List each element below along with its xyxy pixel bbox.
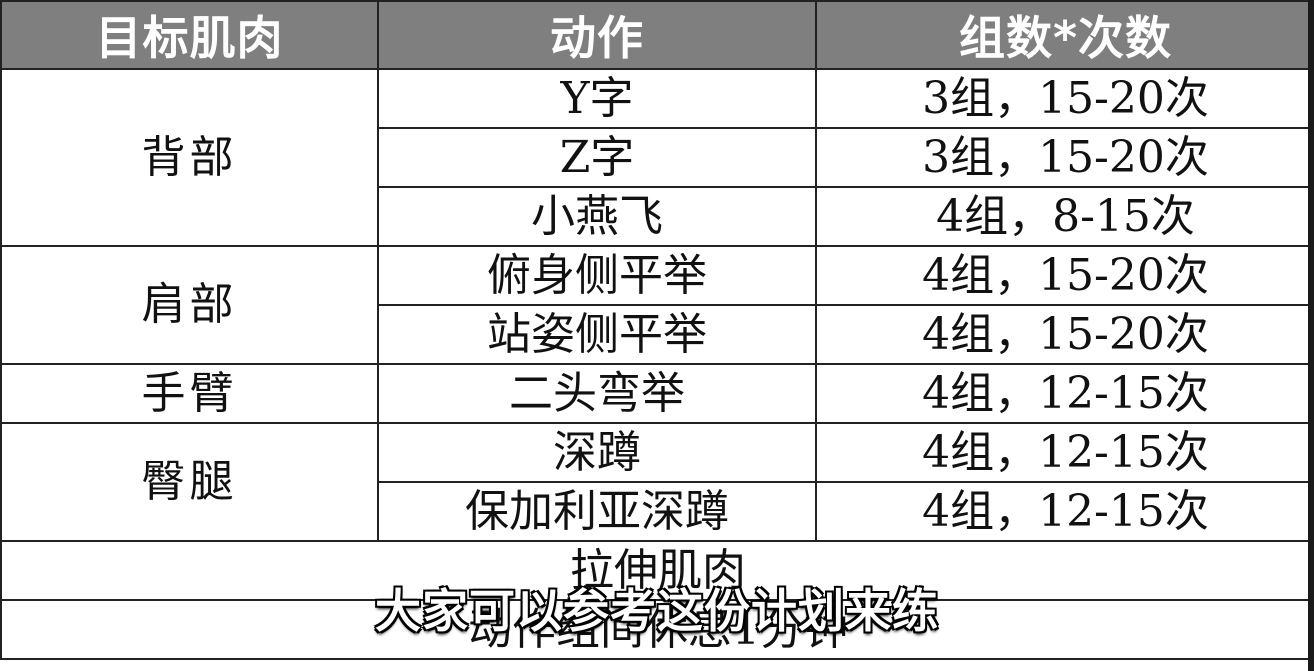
- sets-cell: 4组，12-15次: [815, 422, 1314, 483]
- exercise-cell: 二头弯举: [377, 363, 817, 424]
- sets-cell: 4组，12-15次: [815, 481, 1314, 542]
- frame-edge: [1308, 0, 1314, 671]
- exercise-cell: 站姿侧平举: [377, 304, 817, 365]
- video-frame: 目标肌肉 动作 组数*次数 背部 Y字 3组，15-20次 Z字 3组，15-2…: [0, 0, 1314, 671]
- exercise-cell: 保加利亚深蹲: [377, 481, 817, 542]
- sets-cell: 4组，15-20次: [815, 304, 1314, 365]
- exercise-cell: Z字: [377, 127, 817, 188]
- header-exercise: 动作: [377, 0, 817, 70]
- table-row: 臀腿 深蹲 4组，12-15次: [0, 422, 1314, 542]
- exercise-cell: 俯身侧平举: [377, 245, 817, 306]
- table-row: 背部 Y字 3组，15-20次: [0, 68, 1314, 247]
- sets-cell: 4组，15-20次: [815, 245, 1314, 306]
- muscle-cell-glutes-legs: 臀腿: [0, 422, 379, 542]
- exercise-cell: 深蹲: [377, 422, 817, 483]
- muscle-cell-shoulders: 肩部: [0, 245, 379, 365]
- sets-cell: 4组，12-15次: [815, 363, 1314, 424]
- workout-table: 目标肌肉 动作 组数*次数 背部 Y字 3组，15-20次 Z字 3组，15-2…: [0, 0, 1314, 660]
- table-row: 肩部 俯身侧平举 4组，15-20次: [0, 245, 1314, 365]
- header-row: 目标肌肉 动作 组数*次数: [0, 0, 1314, 70]
- video-subtitle: 大家可以参考这份计划来练: [374, 583, 939, 639]
- sets-cell: 3组，15-20次: [815, 68, 1314, 129]
- table-row: 手臂 二头弯举 4组，12-15次: [0, 363, 1314, 424]
- sets-cell: 3组，15-20次: [815, 127, 1314, 188]
- sets-cell: 4组，8-15次: [815, 186, 1314, 247]
- exercise-cell: Y字: [377, 68, 817, 129]
- exercise-cell: 小燕飞: [377, 186, 817, 247]
- muscle-cell-arms: 手臂: [0, 363, 379, 424]
- header-target-muscle: 目标肌肉: [0, 0, 379, 70]
- header-sets-reps: 组数*次数: [815, 0, 1314, 70]
- muscle-cell-back: 背部: [0, 68, 379, 247]
